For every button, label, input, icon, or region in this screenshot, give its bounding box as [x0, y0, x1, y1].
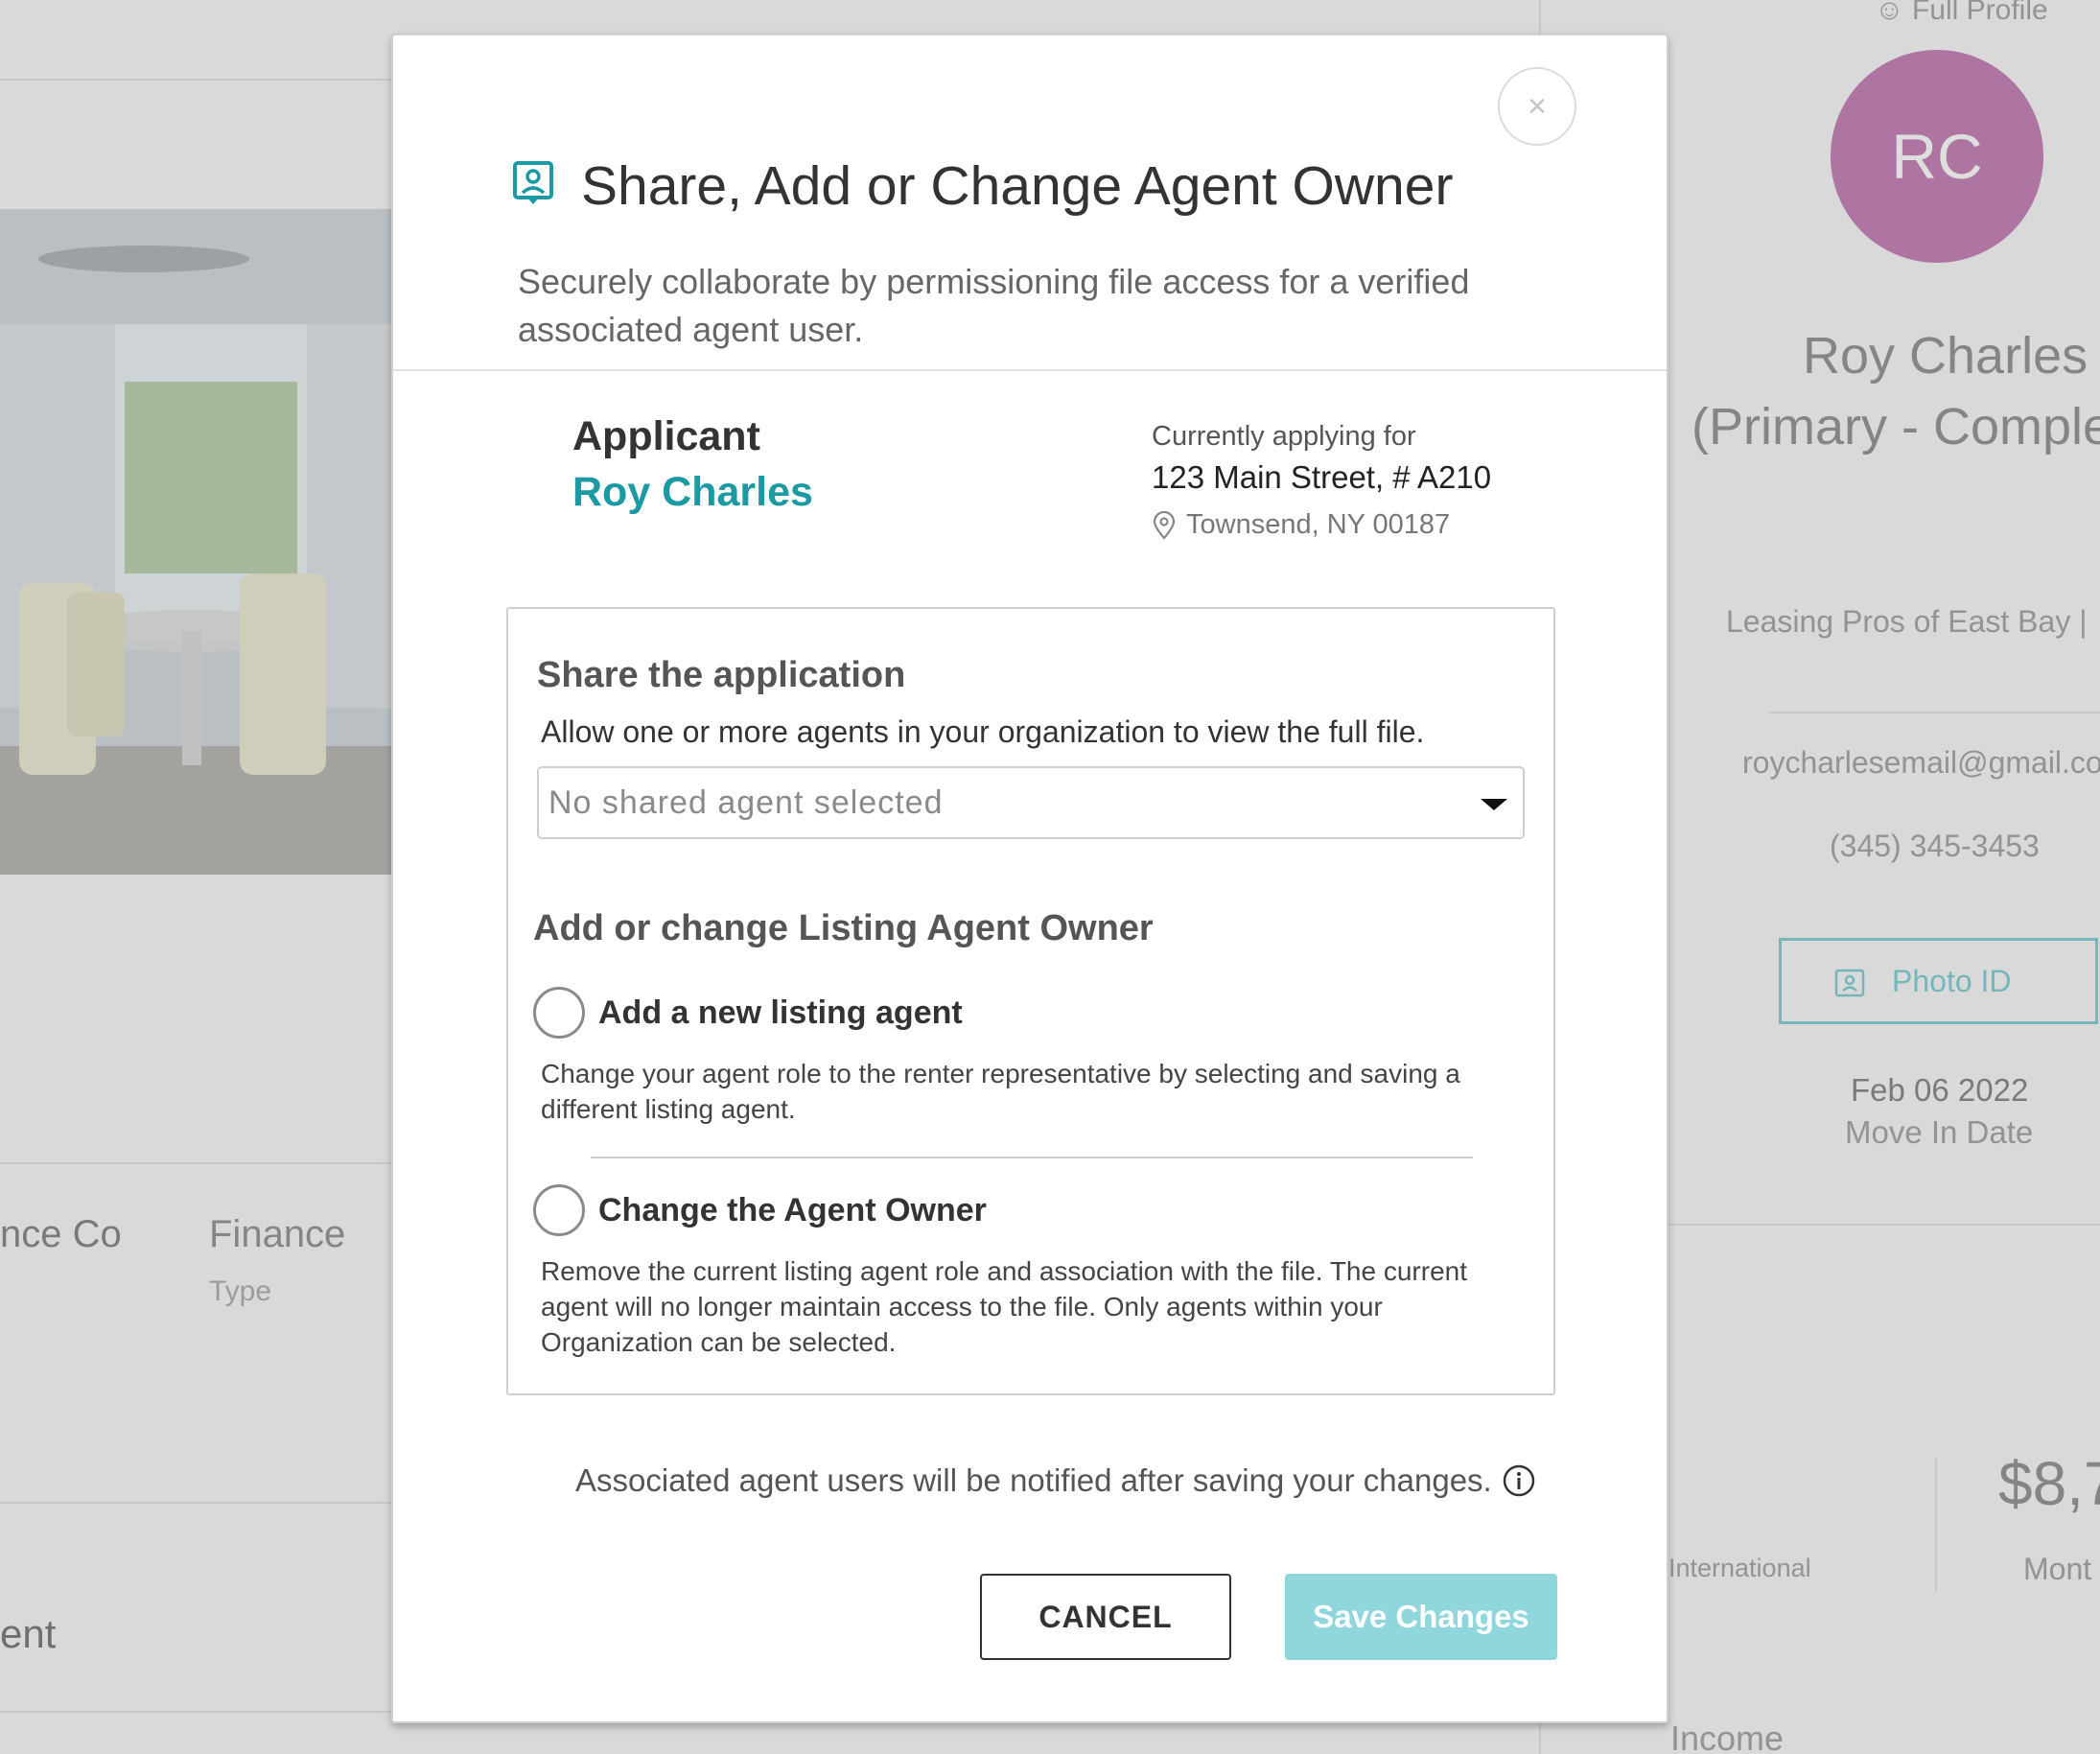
modal-title: Share, Add or Change Agent Owner: [581, 155, 1454, 217]
applicant-name: Roy Charles: [572, 469, 813, 515]
agent-owner-modal: × Share, Add or Change Agent Owner Secur…: [391, 34, 1668, 1723]
shared-agent-placeholder: No shared agent selected: [548, 783, 944, 821]
change-agent-owner-label[interactable]: Change the Agent Owner: [598, 1192, 987, 1229]
location-pin-icon: [1153, 510, 1176, 540]
add-listing-agent-description: Change your agent role to the renter rep…: [541, 1059, 1460, 1124]
change-agent-owner-radio[interactable]: [533, 1184, 585, 1236]
option-divider: [591, 1157, 1473, 1158]
options-panel: Share the application Allow one or more …: [506, 607, 1555, 1395]
close-icon: ×: [1528, 87, 1547, 125]
owner-heading: Add or change Listing Agent Owner: [533, 908, 1154, 948]
property-city: Townsend, NY 00187: [1152, 509, 1450, 541]
modal-subtitle: Securely collaborate by permissioning fi…: [518, 262, 1470, 349]
notification-note: Associated agent users will be notified …: [575, 1462, 1536, 1499]
chevron-down-icon: [1481, 799, 1507, 810]
change-agent-owner-description: Remove the current listing agent role an…: [541, 1256, 1467, 1357]
shared-agent-select[interactable]: No shared agent selected: [537, 766, 1525, 839]
applicant-label: Applicant: [572, 413, 760, 459]
property-address: 123 Main Street, # A210: [1152, 459, 1492, 495]
header-divider: [393, 369, 1667, 371]
add-listing-agent-label[interactable]: Add a new listing agent: [598, 994, 963, 1032]
info-icon[interactable]: [1502, 1463, 1536, 1498]
close-button[interactable]: ×: [1498, 67, 1576, 146]
applying-label: Currently applying for: [1152, 421, 1416, 452]
cancel-button[interactable]: CANCEL: [980, 1574, 1231, 1660]
agent-badge-icon: [513, 161, 553, 204]
add-listing-agent-radio[interactable]: [533, 987, 585, 1039]
share-heading: Share the application: [537, 655, 906, 695]
save-changes-button[interactable]: Save Changes: [1285, 1574, 1557, 1660]
share-description: Allow one or more agents in your organiz…: [541, 714, 1425, 749]
